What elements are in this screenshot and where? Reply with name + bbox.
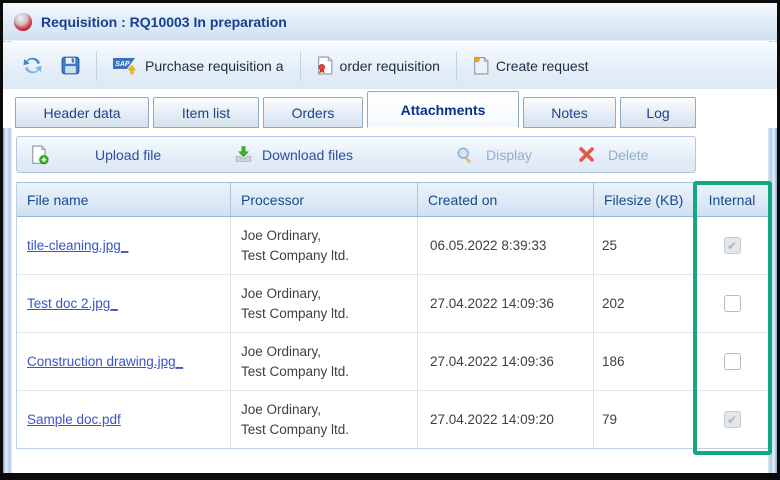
- upload-file-icon: [31, 145, 49, 165]
- tab-attachments[interactable]: Attachments: [367, 91, 519, 128]
- column-header-file-name: File name: [17, 183, 231, 216]
- window-title: Requisition : RQ10003 In preparation: [41, 14, 287, 30]
- internal-checkbox[interactable]: [724, 411, 741, 428]
- file-link[interactable]: Sample doc.pdf: [27, 412, 121, 427]
- internal-cell: [696, 333, 768, 390]
- magnifier-icon: [456, 146, 474, 164]
- tab-orders[interactable]: Orders: [263, 97, 363, 128]
- processor-line: Joe Ordinary,: [241, 342, 321, 362]
- column-header-created-on: Created on: [418, 183, 594, 216]
- tab-header-data[interactable]: Header data: [15, 97, 149, 128]
- internal-checkbox[interactable]: [724, 353, 741, 370]
- download-files-label: Download files: [262, 147, 353, 163]
- save-icon: [61, 56, 80, 75]
- table-row: tile-cleaning.jpg_ Joe Ordinary, Test Co…: [17, 217, 768, 275]
- column-header-filesize: Filesize (KB): [594, 183, 696, 216]
- column-header-internal: Internal: [696, 183, 768, 216]
- save-button[interactable]: [55, 52, 86, 79]
- delete-x-icon: [578, 146, 595, 163]
- processor-cell: Joe Ordinary, Test Company ltd.: [231, 333, 418, 390]
- svg-text:SAP: SAP: [115, 61, 130, 68]
- processor-line: Test Company ltd.: [241, 420, 349, 440]
- display-label: Display: [486, 147, 532, 163]
- filesize-cell: 186: [594, 333, 696, 390]
- create-request-button[interactable]: Create request: [467, 52, 595, 79]
- tab-notes[interactable]: Notes: [523, 97, 616, 128]
- toolbar-separator: [456, 51, 457, 81]
- filesize-cell: 202: [594, 275, 696, 332]
- tab-item-list[interactable]: Item list: [153, 97, 259, 128]
- toolbar-separator: [300, 51, 301, 81]
- created-on-cell: 06.05.2022 8:39:33: [418, 217, 594, 274]
- internal-checkbox[interactable]: [724, 237, 741, 254]
- attachments-toolbar: Upload file Download files: [16, 136, 696, 173]
- file-name-cell: Construction drawing.jpg_: [17, 333, 231, 390]
- created-on-cell: 27.04.2022 14:09:36: [418, 333, 594, 390]
- filesize-cell: 25: [594, 217, 696, 274]
- upload-file-label: Upload file: [95, 147, 161, 163]
- file-link[interactable]: tile-cleaning.jpg_: [27, 238, 128, 253]
- created-on-cell: 27.04.2022 14:09:36: [418, 275, 594, 332]
- processor-line: Joe Ordinary,: [241, 400, 321, 420]
- refresh-icon: [22, 55, 43, 76]
- file-name-cell: tile-cleaning.jpg_: [17, 217, 231, 274]
- processor-cell: Joe Ordinary, Test Company ltd.: [231, 391, 418, 448]
- table-row: Test doc 2.jpg_ Joe Ordinary, Test Compa…: [17, 275, 768, 333]
- file-link[interactable]: Construction drawing.jpg_: [27, 354, 183, 369]
- file-link[interactable]: Test doc 2.jpg_: [27, 296, 118, 311]
- column-header-processor: Processor: [231, 183, 418, 216]
- document-new-icon: [473, 56, 489, 75]
- table-header-row: File name Processor Created on Filesize …: [17, 183, 768, 217]
- create-request-label: Create request: [496, 58, 589, 74]
- app-sphere-icon: [14, 13, 32, 31]
- file-name-cell: Test doc 2.jpg_: [17, 275, 231, 332]
- order-requisition-button[interactable]: order requisition: [311, 52, 446, 79]
- attachments-table: File name Processor Created on Filesize …: [16, 182, 769, 449]
- table-row: Construction drawing.jpg_ Joe Ordinary, …: [17, 333, 768, 391]
- processor-line: Test Company ltd.: [241, 246, 349, 266]
- processor-cell: Joe Ordinary, Test Company ltd.: [231, 275, 418, 332]
- processor-line: Test Company ltd.: [241, 304, 349, 324]
- processor-cell: Joe Ordinary, Test Company ltd.: [231, 217, 418, 274]
- table-row: Sample doc.pdf Joe Ordinary, Test Compan…: [17, 391, 768, 448]
- upload-file-button[interactable]: Upload file: [31, 137, 161, 172]
- sap-upload-icon: SAP: [113, 57, 138, 75]
- order-requisition-label: order requisition: [340, 58, 440, 74]
- processor-line: Joe Ordinary,: [241, 226, 321, 246]
- filesize-cell: 79: [594, 391, 696, 448]
- display-button[interactable]: Display: [456, 137, 532, 172]
- processor-line: Test Company ltd.: [241, 362, 349, 382]
- title-bar: Requisition : RQ10003 In preparation: [3, 3, 777, 41]
- delete-label: Delete: [608, 147, 648, 163]
- delete-button[interactable]: Delete: [578, 137, 648, 172]
- application-window: Requisition : RQ10003 In preparation: [3, 3, 777, 473]
- document-ribbon-icon: [317, 56, 333, 75]
- tab-bar: Header data Item list Orders Attachments…: [3, 89, 777, 128]
- screenshot: Requisition : RQ10003 In preparation: [0, 0, 780, 480]
- purchase-requisition-button[interactable]: SAP Purchase requisition a: [107, 53, 290, 79]
- file-name-cell: Sample doc.pdf: [17, 391, 231, 448]
- main-toolbar: SAP Purchase requisition a order requi: [3, 42, 777, 89]
- download-files-button[interactable]: Download files: [234, 137, 353, 172]
- toolbar-separator: [96, 51, 97, 81]
- processor-line: Joe Ordinary,: [241, 284, 321, 304]
- created-on-cell: 27.04.2022 14:09:20: [418, 391, 594, 448]
- internal-checkbox[interactable]: [724, 295, 741, 312]
- tab-log[interactable]: Log: [620, 97, 696, 128]
- internal-cell: [696, 275, 768, 332]
- download-files-icon: [234, 145, 253, 164]
- refresh-button[interactable]: [16, 51, 49, 80]
- internal-cell: [696, 217, 768, 274]
- internal-cell: [696, 391, 768, 448]
- purchase-requisition-label: Purchase requisition a: [145, 58, 284, 74]
